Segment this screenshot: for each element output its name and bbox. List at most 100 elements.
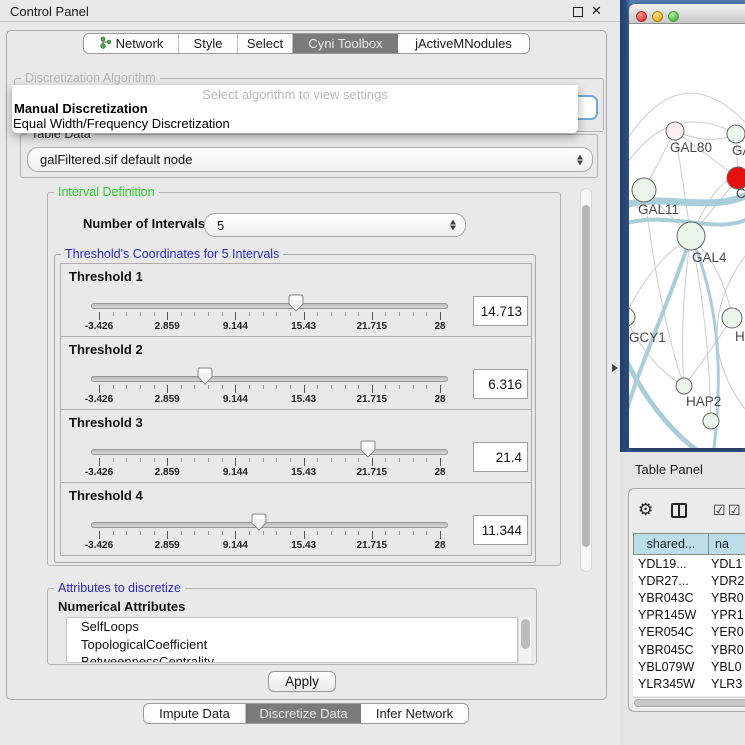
- tick-mark: [304, 531, 305, 539]
- network-node-ga[interactable]: [727, 125, 745, 143]
- tab-jactivemnodules[interactable]: jActiveMNodules: [398, 34, 529, 53]
- tab-select[interactable]: Select: [238, 34, 293, 53]
- table-horizontal-scrollbar[interactable]: [633, 697, 745, 708]
- tick-mark: [140, 312, 141, 316]
- slider-tick-labels: -3.4262.8599.14415.4321.71528: [99, 321, 440, 333]
- tab-label: Discretize Data: [259, 706, 347, 721]
- columns-icon[interactable]: [671, 503, 687, 518]
- tick-mark: [181, 385, 182, 389]
- network-node-gal4[interactable]: [677, 222, 705, 250]
- tick-mark: [399, 531, 400, 535]
- close-traffic-light-icon[interactable]: [636, 11, 647, 22]
- scrollbar-thumb[interactable]: [582, 205, 590, 547]
- attribute-list-item[interactable]: BetweennessCentrality: [67, 653, 517, 663]
- threshold-value-field[interactable]: 21.4: [473, 442, 528, 472]
- network-node-h[interactable]: [722, 308, 742, 328]
- scrollbar-thumb[interactable]: [521, 619, 530, 649]
- table-row[interactable]: YBR045CYBR0: [633, 641, 745, 658]
- tick-mark: [181, 531, 182, 535]
- network-edge[interactable]: [629, 236, 691, 317]
- attribute-list-item[interactable]: TopologicalCoefficient: [67, 636, 517, 654]
- tick-mark: [99, 458, 100, 466]
- network-node-label: H: [735, 329, 745, 344]
- table-row[interactable]: YLR345WYLR3: [633, 675, 745, 692]
- tick-mark: [372, 385, 373, 393]
- apply-button[interactable]: Apply: [268, 671, 336, 692]
- float-window-icon[interactable]: [573, 7, 583, 17]
- tab-cyni-toolbox[interactable]: Cyni Toolbox: [293, 34, 398, 53]
- settings-vertical-scrollbar[interactable]: [580, 188, 592, 572]
- tick-mark: [140, 385, 141, 389]
- threshold-value-field[interactable]: 14.713: [473, 296, 528, 326]
- tick-label: 2.859: [155, 321, 180, 332]
- tab-infer-network[interactable]: Infer Network: [361, 704, 468, 723]
- table-row[interactable]: YBL079WYBL0: [633, 658, 745, 675]
- tick-label: 15.43: [291, 540, 316, 551]
- tick-mark: [194, 458, 195, 462]
- checkbox-icon[interactable]: ☑: [713, 502, 726, 519]
- table-row[interactable]: YDR27...YDR2: [633, 572, 745, 589]
- tick-mark: [154, 312, 155, 316]
- tab-style[interactable]: Style: [179, 34, 238, 53]
- network-view-window[interactable]: GAL80GACGAL11GAL4GCY1HHAP2: [629, 4, 745, 448]
- table-row[interactable]: YBR043CYBR0: [633, 589, 745, 606]
- tick-mark: [194, 312, 195, 316]
- network-window-titlebar[interactable]: [629, 4, 745, 24]
- threshold-panel-2: Threshold 2-3.4262.8599.14415.4321.71528…: [60, 336, 532, 410]
- tab-label: Network: [116, 36, 164, 51]
- network-canvas[interactable]: GAL80GACGAL11GAL4GCY1HHAP2: [629, 24, 745, 448]
- network-node-gal11[interactable]: [632, 178, 656, 202]
- slider-tick-labels: -3.4262.8599.14415.4321.71528: [99, 540, 440, 552]
- tab-impute-data[interactable]: Impute Data: [144, 704, 246, 723]
- network-node-hap2[interactable]: [676, 378, 692, 394]
- tick-label: -3.426: [85, 540, 113, 551]
- tick-mark: [331, 385, 332, 389]
- tick-label: 2.859: [155, 394, 180, 405]
- table-body[interactable]: YDL19...YDL1YDR27...YDR2YBR043CYBR0YPR14…: [633, 555, 745, 696]
- zoom-traffic-light-icon[interactable]: [668, 11, 679, 22]
- network-node-gal80[interactable]: [666, 122, 684, 140]
- attribute-list-item[interactable]: SelfLoops: [67, 618, 517, 636]
- tab-network[interactable]: Network: [84, 34, 179, 53]
- tick-mark: [304, 385, 305, 393]
- attributes-list-scrollbar[interactable]: [518, 617, 531, 663]
- gear-icon[interactable]: ⚙: [638, 501, 653, 518]
- column-header-name[interactable]: na: [709, 533, 745, 555]
- tick-mark: [194, 385, 195, 389]
- tick-mark: [440, 531, 441, 539]
- tick-mark: [385, 312, 386, 316]
- network-edge[interactable]: [684, 318, 732, 386]
- column-header-shared-name[interactable]: shared...: [633, 533, 709, 555]
- table-row[interactable]: YPR145WYPR1: [633, 607, 745, 624]
- threshold-value-field[interactable]: 6.316: [473, 369, 528, 399]
- table-row[interactable]: YDL19...YDL1: [633, 555, 745, 572]
- network-node-label: HAP2: [686, 394, 721, 409]
- scrollbar-thumb[interactable]: [634, 699, 745, 707]
- tick-mark: [113, 531, 114, 535]
- algorithm-option-equal-width[interactable]: Equal Width/Frequency Discretization: [13, 116, 230, 131]
- tab-discretize-data[interactable]: Discretize Data: [246, 704, 361, 723]
- table-row[interactable]: YER054CYER0: [633, 624, 745, 641]
- table-row[interactable]: YIL052CYIL0: [633, 693, 745, 697]
- network-node[interactable]: [703, 413, 719, 429]
- checkbox-icon[interactable]: ☑: [728, 502, 741, 519]
- numerical-attributes-list[interactable]: SelfLoopsTopologicalCoefficientBetweenne…: [66, 617, 518, 663]
- tick-mark: [208, 385, 209, 389]
- network-node-label: GAL4: [692, 250, 727, 265]
- network-node-gcy1[interactable]: [629, 308, 635, 326]
- table-data-group: Table Data galFiltered.sif default node: [20, 134, 598, 178]
- table-data-combobox[interactable]: galFiltered.sif default node: [27, 147, 593, 172]
- tick-label: 28: [434, 394, 445, 405]
- cell-shared-name: YBR045C: [633, 643, 709, 657]
- tick-mark: [113, 385, 114, 389]
- close-icon[interactable]: ✕: [591, 3, 602, 19]
- slider-thumb-zone: [99, 367, 440, 385]
- tick-mark: [290, 531, 291, 535]
- tick-mark: [263, 458, 264, 462]
- tick-mark: [126, 531, 127, 535]
- threshold-value-field[interactable]: 11.344: [473, 515, 528, 545]
- minimize-traffic-light-icon[interactable]: [652, 11, 663, 22]
- algorithm-option-manual[interactable]: Manual Discretization: [14, 101, 148, 116]
- cyni-bottom-tabs: Impute Data Discretize Data Infer Network: [143, 703, 469, 724]
- number-of-intervals-combobox[interactable]: 5: [204, 213, 466, 237]
